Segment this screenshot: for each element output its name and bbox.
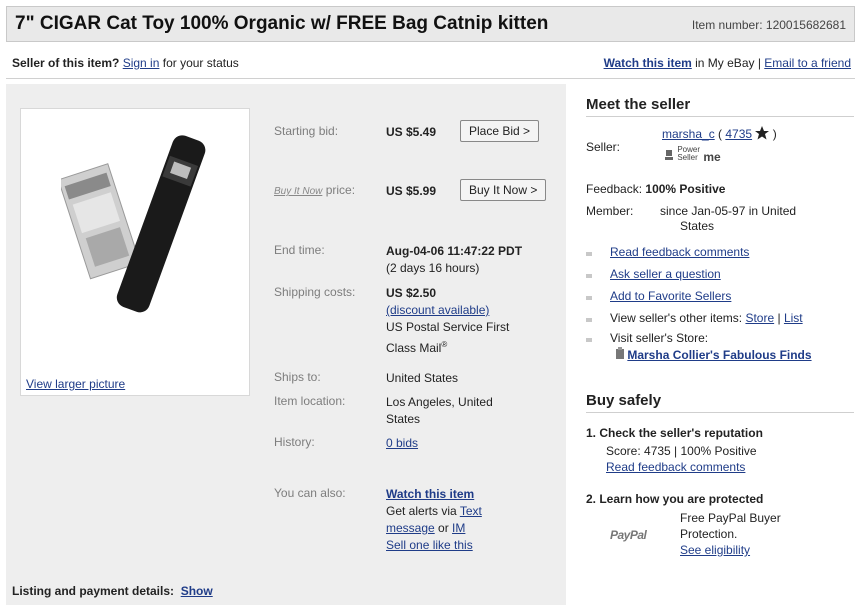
ask-seller-link[interactable]: Ask seller a question [610,267,721,281]
watch-this-item-link[interactable]: Watch this item [386,487,474,501]
end-time-label: End time: [274,243,325,257]
listing-panel: View larger picture Starting bid: US $5.… [6,84,566,605]
buy-it-now-price-label: Buy It Now price: [274,183,356,197]
shipping-value: US $2.50 (discount available) US Postal … [386,286,510,355]
seller-label: Seller: [586,140,621,154]
seller-id: marsha_c ( 4735 ) [662,126,777,141]
text-alert-link[interactable]: Text [460,504,482,518]
read-feedback-link[interactable]: Read feedback comments [610,245,749,259]
listing-details-row: Listing and payment details: Show [12,584,213,598]
item-photo-box: View larger picture [20,108,250,396]
end-time-value: Aug-04-06 11:47:22 PDT (2 days 16 hours) [386,244,523,275]
feedback-row: Feedback: 100% Positive [586,182,726,196]
other-items-row: View seller's other items: Store | List [610,311,803,325]
view-larger-picture-link[interactable]: View larger picture [26,377,125,391]
watch-suffix: in My eBay | [691,56,765,70]
sell-one-like-this-link[interactable]: Sell one like this [386,538,473,552]
item-number-value: 120015682681 [765,18,846,32]
page-title: 7" CIGAR Cat Toy 100% Organic w/ FREE Ba… [15,13,549,34]
item-number: Item number: 120015682681 [692,18,846,32]
seller-sidebar: Meet the seller Seller: marsha_c ( 4735 … [586,96,854,557]
me-icon[interactable]: me [703,150,720,164]
status-suffix: for your status [159,56,239,70]
ships-to-value: United States [386,371,459,385]
seller-status: Seller of this item? Sign in for your st… [12,56,239,70]
power-seller-icon [665,150,673,160]
seller-prompt: Seller of this item? [12,56,120,70]
member-label: Member: [586,204,634,218]
you-can-also-label: You can also: [274,486,346,500]
step1-feedback-link[interactable]: Read feedback comments [606,460,745,474]
divider [6,78,855,79]
email-friend-link[interactable]: Email to a friend [764,56,851,70]
buy-safely-heading: Buy safely [586,392,854,413]
buy-it-now-logo: Buy It Now [274,186,323,197]
step1-score: Score: 4735 | 100% Positive [606,444,757,458]
message-link[interactable]: message [386,521,435,535]
buy-it-now-price: US $5.99 [386,184,437,198]
store-name-row: Marsha Collier's Fabulous Finds [616,347,812,362]
ships-to-label: Ships to: [274,370,321,384]
sign-in-link[interactable]: Sign in [123,56,160,70]
visit-store-label: Visit seller's Store: [610,331,709,345]
item-location-value: Los Angeles, United States [386,395,493,426]
step1-title: 1. Check the seller's reputation [586,426,763,440]
shipping-label: Shipping costs: [274,285,356,299]
add-favorite-link[interactable]: Add to Favorite Sellers [610,289,731,303]
star-icon [755,126,770,140]
store-name-link[interactable]: Marsha Collier's Fabulous Finds [627,348,811,362]
you-can-also-actions: Watch this item Get alerts via Text mess… [386,487,482,552]
im-link[interactable]: IM [452,521,465,535]
paypal-protection: Free PayPal Buyer Protection. See eligib… [680,511,781,557]
watch-item-link[interactable]: Watch this item [604,56,692,70]
store-link[interactable]: Store [745,311,774,325]
item-photo[interactable] [61,127,211,317]
item-location-label: Item location: [274,394,346,408]
place-bid-button[interactable]: Place Bid > [460,120,540,142]
item-number-label: Item number: [691,18,763,32]
starting-bid-value: US $5.49 [386,125,437,139]
time-left: (2 days 16 hours) [386,261,480,275]
meet-seller-heading: Meet the seller [586,96,854,117]
power-seller-badge: Power Seller me [664,146,721,164]
store-icon [616,347,624,359]
starting-bid-label: Starting bid: [274,124,339,138]
show-details-link[interactable]: Show [181,584,213,598]
watch-area: Watch this item in My eBay | Email to a … [604,56,851,70]
see-eligibility-link[interactable]: See eligibility [680,543,750,557]
bids-link[interactable]: 0 bids [386,436,418,450]
seller-score-link[interactable]: 4735 [725,127,752,141]
step2-title: 2. Learn how you are protected [586,492,764,506]
list-link[interactable]: List [784,311,803,325]
discount-link[interactable]: (discount available) [386,303,489,317]
seller-name-link[interactable]: marsha_c [662,127,715,141]
title-bar: 7" CIGAR Cat Toy 100% Organic w/ FREE Ba… [6,6,855,42]
member-since: since Jan-05-97 in United States [660,204,797,233]
buy-it-now-button[interactable]: Buy It Now > [460,179,547,201]
history-label: History: [274,435,315,449]
history-value: 0 bids [386,435,418,452]
paypal-logo: PayPal [610,528,647,542]
